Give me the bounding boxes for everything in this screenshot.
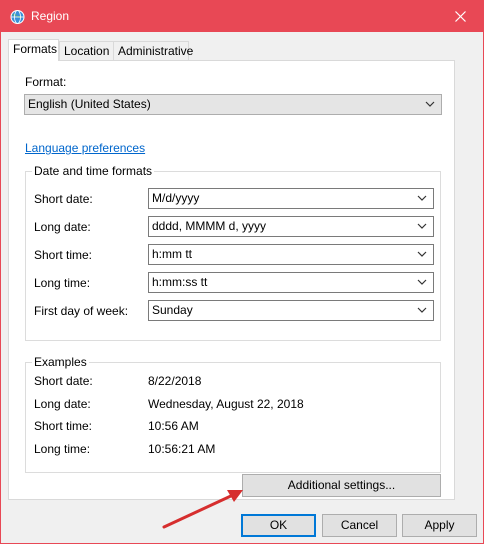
example-long-time-label: Long time: (34, 442, 91, 456)
chevron-down-icon (417, 307, 427, 313)
long-time-select[interactable]: h:mm:ss tt (148, 272, 434, 293)
ok-button[interactable]: OK (241, 514, 316, 537)
window-title: Region (31, 9, 70, 23)
tab-location[interactable]: Location (59, 41, 114, 60)
long-time-label: Long time: (34, 276, 91, 290)
short-time-select[interactable]: h:mm tt (148, 244, 434, 265)
tab-label: Location (64, 44, 110, 58)
chevron-down-icon (425, 101, 435, 107)
short-date-select[interactable]: M/d/yyyy (148, 188, 434, 209)
example-short-date-label: Short date: (34, 374, 93, 388)
group-title: Date and time formats (32, 164, 155, 178)
chevron-down-icon (417, 195, 427, 201)
date-time-formats-group: Date and time formats Short date: M/d/yy… (25, 164, 441, 341)
examples-group: Examples Short date: 8/22/2018 Long date… (25, 355, 441, 473)
first-day-of-week-label: First day of week: (34, 304, 129, 318)
globe-icon (10, 10, 25, 24)
apply-button[interactable]: Apply (402, 514, 477, 537)
short-time-value: h:mm tt (152, 247, 193, 261)
additional-settings-button[interactable]: Additional settings... (242, 474, 441, 497)
tab-administrative[interactable]: Administrative (113, 41, 193, 60)
chevron-down-icon (417, 223, 427, 229)
short-date-label: Short date: (34, 192, 93, 206)
tab-label: Formats (13, 42, 58, 56)
group-title: Examples (32, 355, 89, 369)
long-date-label: Long date: (34, 220, 91, 234)
red-arrow-icon (162, 490, 243, 529)
short-date-value: M/d/yyyy (152, 191, 200, 205)
tab-label: Administrative (118, 44, 194, 58)
region-dialog: Region Formats Location Administrative F… (0, 0, 484, 544)
format-value: English (United States) (28, 97, 151, 111)
first-day-of-week-select[interactable]: Sunday (148, 300, 434, 321)
first-day-of-week-value: Sunday (152, 303, 193, 317)
short-time-label: Short time: (34, 248, 93, 262)
format-select[interactable]: English (United States) (24, 94, 442, 115)
long-time-value: h:mm:ss tt (152, 275, 208, 289)
format-label: Format: (25, 75, 67, 89)
long-date-select[interactable]: dddd, MMMM d, yyyy (148, 216, 434, 237)
tab-formats[interactable]: Formats (8, 39, 59, 61)
formats-panel: Format: English (United States) Language… (8, 60, 455, 500)
cancel-button[interactable]: Cancel (322, 514, 397, 537)
close-icon (454, 11, 466, 22)
example-short-date-value: 8/22/2018 (148, 374, 202, 388)
chevron-down-icon (417, 251, 427, 257)
example-short-time-value: 10:56 AM (148, 419, 199, 433)
chevron-down-icon (417, 279, 427, 285)
example-short-time-label: Short time: (34, 419, 93, 433)
language-preferences-link[interactable]: Language preferences (25, 141, 145, 155)
example-long-time-value: 10:56:21 AM (148, 442, 216, 456)
title-bar[interactable]: Region (1, 1, 483, 32)
close-button[interactable] (437, 1, 483, 32)
example-long-date-label: Long date: (34, 397, 91, 411)
long-date-value: dddd, MMMM d, yyyy (152, 219, 267, 233)
example-long-date-value: Wednesday, August 22, 2018 (148, 397, 304, 411)
